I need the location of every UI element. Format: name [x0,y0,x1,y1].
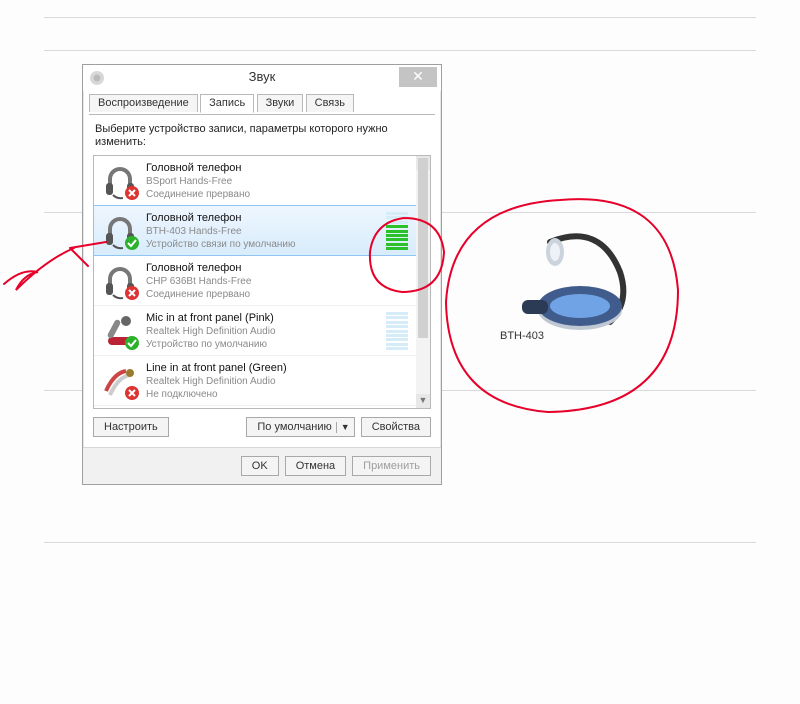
device-row[interactable]: Line in at front panel (Green) Realtek H… [94,356,416,406]
device-status: Соединение прервано [146,288,372,301]
separator [44,17,756,18]
set-default-label: По умолчанию [257,421,331,433]
close-button[interactable]: ✕ [399,67,437,87]
dialog-footer: OK Отмена Применить [83,447,441,484]
set-default-button[interactable]: По умолчанию ▼ [246,417,354,437]
tab-underline [89,114,435,115]
list-prompt: Выберите устройство записи, параметры ко… [95,123,431,149]
titlebar[interactable]: Звук ✕ [83,65,441,91]
cancel-button[interactable]: Отмена [285,456,346,476]
device-text: Mic in at front panel (Pink) Realtek Hig… [146,311,372,351]
headset-icon [100,361,140,401]
device-row[interactable]: Головной телефон BSport Hands-Free Соеди… [94,156,416,206]
device-name: Mic in at front panel (Pink) [146,311,372,325]
properties-button[interactable]: Свойства [361,417,431,437]
device-driver: BSport Hands-Free [146,175,372,188]
device-status: Соединение прервано [146,188,372,201]
tab-body: Выберите устройство записи, параметры ко… [83,115,441,447]
headset-icon [100,161,140,201]
bt-headset-image [460,222,690,452]
apply-button[interactable]: Применить [352,456,431,476]
chevron-down-icon[interactable]: ▼ [336,422,350,433]
device-row[interactable]: Головной телефон CHP 636Bt Hands-Free Со… [94,256,416,306]
device-name: Головной телефон [146,161,372,175]
device-status: Не подключено [146,388,372,401]
scroll-thumb[interactable] [418,158,428,338]
level-meter [386,212,408,250]
device-driver: BTH-403 Hands-Free [146,225,372,238]
device-text: Головной телефон BTH-403 Hands-Free Устр… [146,211,372,251]
headset-icon [100,261,140,301]
device-name: Головной телефон [146,261,372,275]
level-meter [386,312,408,350]
button-bar: Настроить По умолчанию ▼ Свойства [93,417,431,437]
device-list: Головной телефон BSport Hands-Free Соеди… [93,155,431,409]
tab-playback[interactable]: Воспроизведение [89,94,198,112]
separator [44,50,756,51]
tab-recording[interactable]: Запись [200,94,254,113]
device-text: Головной телефон BSport Hands-Free Соеди… [146,161,372,201]
device-status: Устройство связи по умолчанию [146,238,372,251]
tab-sounds[interactable]: Звуки [257,94,304,112]
tab-communications[interactable]: Связь [306,94,354,112]
device-name: Головной телефон [146,211,372,225]
scrollbar[interactable]: ▲ ▼ [416,156,430,408]
device-text: Головной телефон CHP 636Bt Hands-Free Со… [146,261,372,301]
device-name: Line in at front panel (Green) [146,361,372,375]
headset-icon [100,211,140,251]
headset-icon [100,311,140,351]
bt-headset-label: BTH-403 [500,330,544,342]
separator [44,542,756,543]
device-row[interactable]: Mic in at front panel (Pink) Realtek Hig… [94,306,416,356]
tabstrip: Воспроизведение Запись Звуки Связь [83,91,441,115]
device-driver: Realtek High Definition Audio [146,375,372,388]
configure-button[interactable]: Настроить [93,417,169,437]
device-status: Устройство по умолчанию [146,338,372,351]
device-text: Line in at front panel (Green) Realtek H… [146,361,372,401]
sound-dialog: Звук ✕ Воспроизведение Запись Звуки Связ… [82,64,442,485]
device-driver: CHP 636Bt Hands-Free [146,275,372,288]
device-driver: Realtek High Definition Audio [146,325,372,338]
ok-button[interactable]: OK [241,456,279,476]
device-row[interactable]: Головной телефон BTH-403 Hands-Free Устр… [94,205,416,256]
dialog-title: Звук [83,69,441,84]
scroll-down-button[interactable]: ▼ [416,394,430,408]
